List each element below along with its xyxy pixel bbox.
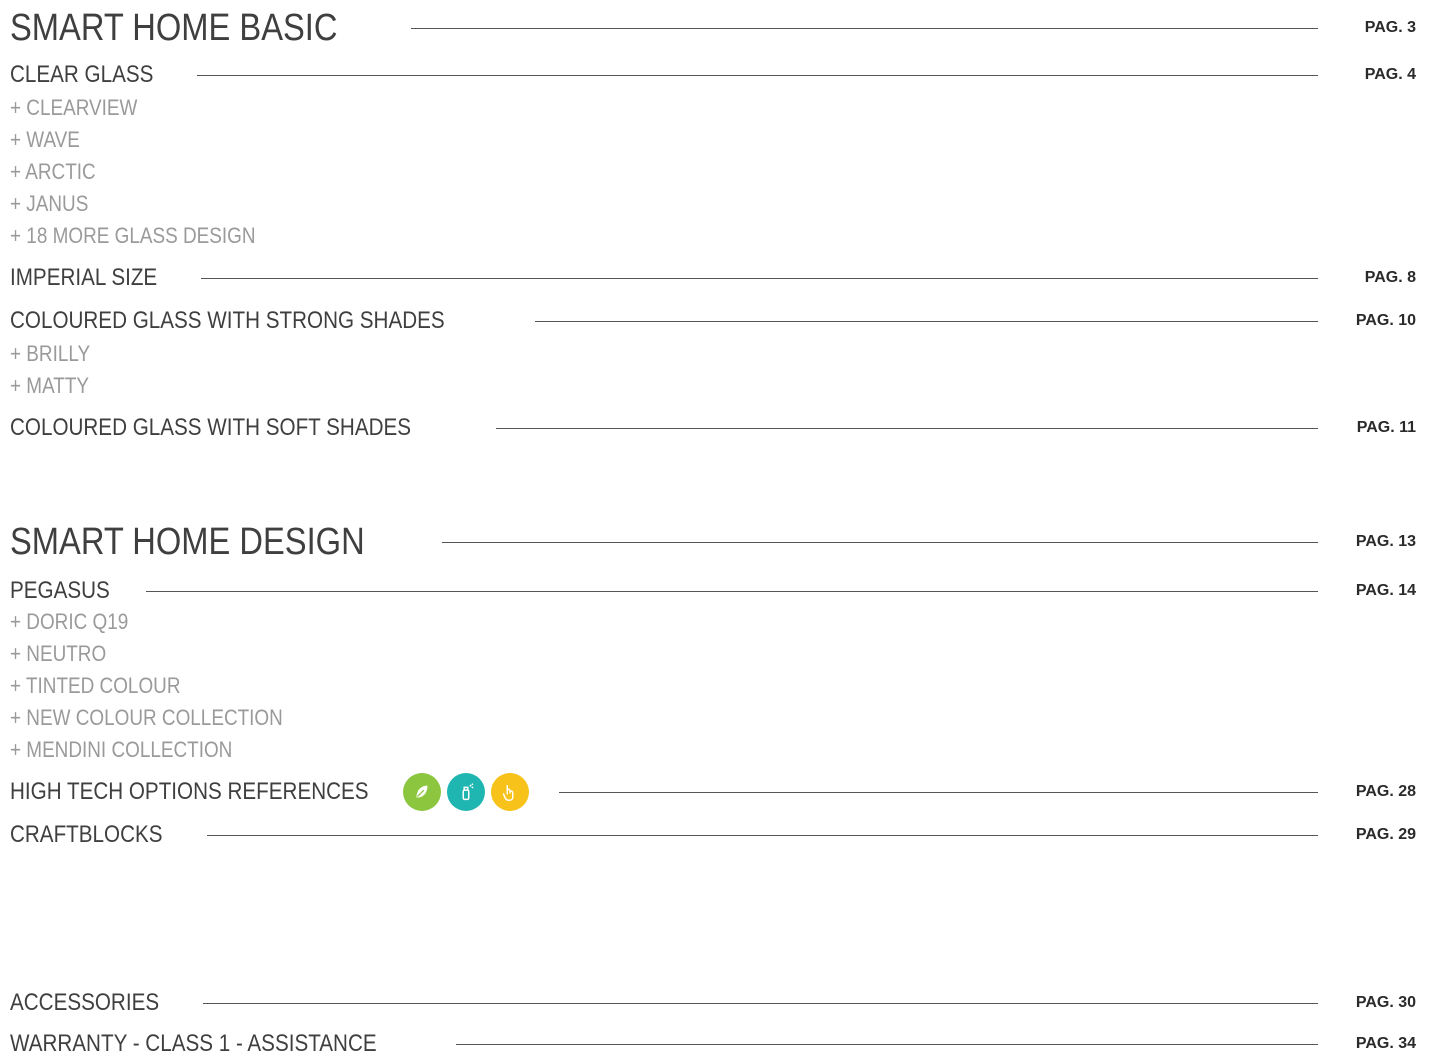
entry-title: CLEAR GLASS [10, 61, 154, 88]
toc-entry-imperial-size[interactable]: IMPERIAL SIZE PAG. 8 [10, 263, 1416, 293]
touch-icon [490, 773, 529, 811]
sub-item-mendini-collection[interactable]: + MENDINI COLLECTION [10, 737, 232, 763]
page-number: PAG. 13 [1355, 533, 1416, 550]
page-number: PAG. 29 [1355, 826, 1416, 843]
leader-line [496, 427, 1318, 429]
sub-item-new-colour-collection[interactable]: + NEW COLOUR COLLECTION [10, 705, 283, 731]
toc-entry-clear-glass[interactable]: CLEAR GLASS PAG. 4 [10, 60, 1416, 90]
leader-line [201, 277, 1318, 279]
leader-line [196, 74, 1318, 76]
leader-line [535, 320, 1318, 322]
page-number: PAG. 28 [1355, 783, 1416, 800]
page-number: PAG. 8 [1364, 269, 1416, 286]
leader-line [207, 834, 1318, 836]
entry-title: ACCESSORIES [10, 989, 160, 1016]
page-number: PAG. 3 [1364, 19, 1416, 36]
sub-item-more-glass[interactable]: + 18 MORE GLASS DESIGN [10, 223, 256, 249]
toc-entry-high-tech-options[interactable]: HIGH TECH OPTIONS REFERENCES PAG. 28 [10, 772, 1416, 812]
entry-title: HIGH TECH OPTIONS REFERENCES [10, 778, 369, 805]
sub-item-wave[interactable]: + WAVE [10, 127, 80, 153]
section-title: SMART HOME DESIGN [10, 520, 365, 563]
toc-entry-strong-shades[interactable]: COLOURED GLASS WITH STRONG SHADES PAG. 1… [10, 306, 1416, 336]
high-tech-icons [402, 773, 529, 811]
entry-title: COLOURED GLASS WITH STRONG SHADES [10, 307, 445, 334]
leader-line [558, 791, 1318, 793]
spray-icon [446, 773, 485, 811]
leaf-icon [402, 773, 441, 811]
toc-entry-craftblocks[interactable]: CRAFTBLOCKS PAG. 29 [10, 820, 1416, 850]
entry-title: IMPERIAL SIZE [10, 264, 158, 291]
entry-title: CRAFTBLOCKS [10, 821, 163, 848]
sub-item-clearview[interactable]: + CLEARVIEW [10, 95, 137, 121]
sub-item-brilly[interactable]: + BRILLY [10, 341, 90, 367]
page-number: PAG. 11 [1356, 419, 1416, 436]
leader-line [410, 27, 1318, 29]
sub-item-tinted-colour[interactable]: + TINTED COLOUR [10, 673, 180, 699]
sub-item-neutro[interactable]: + NEUTRO [10, 641, 106, 667]
page-number: PAG. 30 [1355, 994, 1416, 1011]
toc-entry-accessories[interactable]: ACCESSORIES PAG. 30 [10, 988, 1416, 1018]
sub-item-doric-q19[interactable]: + DORIC Q19 [10, 609, 128, 635]
leader-line [146, 590, 1318, 592]
leader-line [442, 541, 1318, 543]
entry-title: COLOURED GLASS WITH SOFT SHADES [10, 414, 412, 441]
leader-line [203, 1002, 1318, 1004]
toc-section-smart-home-basic[interactable]: SMART HOME BASIC PAG. 3 [10, 6, 1416, 50]
page-number: PAG. 4 [1364, 66, 1416, 83]
toc-section-smart-home-design[interactable]: SMART HOME DESIGN PAG. 13 [10, 520, 1416, 564]
toc-entry-warranty[interactable]: WARRANTY - CLASS 1 - ASSISTANCE PAG. 34 [10, 1029, 1416, 1059]
sub-item-arctic[interactable]: + ARCTIC [10, 159, 96, 185]
page-number: PAG. 10 [1355, 312, 1416, 329]
entry-title: WARRANTY - CLASS 1 - ASSISTANCE [10, 1030, 377, 1057]
leader-line [456, 1043, 1318, 1045]
page-number: PAG. 34 [1355, 1035, 1416, 1052]
entry-title: PEGASUS [10, 577, 110, 604]
toc-entry-pegasus[interactable]: PEGASUS PAG. 14 [10, 576, 1416, 606]
page-number: PAG. 14 [1355, 582, 1416, 599]
toc-entry-soft-shades[interactable]: COLOURED GLASS WITH SOFT SHADES PAG. 11 [10, 413, 1416, 443]
sub-item-matty[interactable]: + MATTY [10, 373, 89, 399]
sub-item-janus[interactable]: + JANUS [10, 191, 88, 217]
section-title: SMART HOME BASIC [10, 6, 338, 49]
